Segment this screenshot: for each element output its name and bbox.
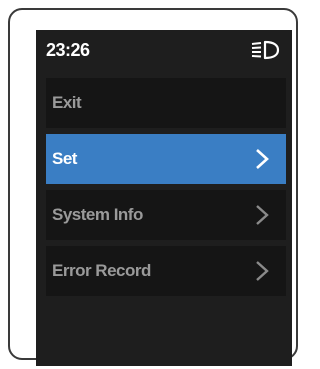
menu-item-system-info[interactable]: System Info — [46, 190, 286, 240]
chevron-right-icon — [256, 205, 269, 225]
menu-item-label: Exit — [52, 93, 82, 112]
display-screen: 23:26 Exit Set System Info Error Record — [36, 30, 292, 366]
menu-item-exit[interactable]: Exit — [46, 78, 286, 128]
menu-item-label: System Info — [52, 205, 143, 224]
headlight-on-icon — [251, 40, 280, 60]
menu-item-label: Set — [52, 149, 77, 168]
clock-time: 23:26 — [46, 40, 90, 60]
menu-item-error-record[interactable]: Error Record — [46, 246, 286, 296]
chevron-right-icon — [256, 261, 269, 281]
menu-item-set[interactable]: Set — [46, 134, 286, 184]
status-bar: 23:26 — [36, 30, 292, 68]
chevron-right-icon — [256, 149, 269, 169]
display-device-frame: 23:26 Exit Set System Info Error Record — [8, 8, 298, 366]
settings-menu: Exit Set System Info Error Record — [46, 78, 286, 302]
menu-item-label: Error Record — [52, 261, 151, 280]
